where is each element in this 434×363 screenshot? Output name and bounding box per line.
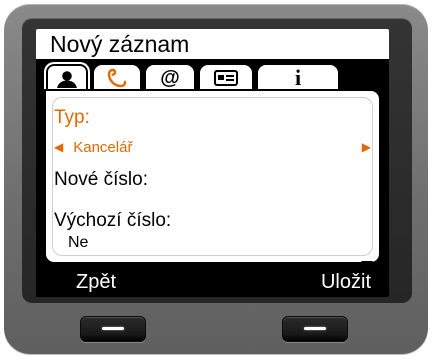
handset-icon: [106, 67, 128, 89]
hardware-left-button[interactable]: [80, 316, 146, 342]
arrow-left-icon[interactable]: ◀: [54, 140, 63, 154]
info-icon: i: [294, 65, 302, 90]
type-select[interactable]: ◀ Kancelář ▶: [54, 136, 371, 158]
phone-device: Nový záznam @ i Typ: ◀ Kancelář ▶ Nové č…: [0, 0, 434, 363]
person-icon: [54, 70, 80, 88]
default-number-label: Výchozí číslo:: [54, 210, 172, 231]
screen-title: Nový záznam: [36, 29, 389, 59]
tab-contact-card[interactable]: [198, 63, 254, 91]
default-number-value[interactable]: Ne: [68, 234, 371, 252]
at-icon: @: [160, 66, 180, 89]
tab-bar: @ i: [36, 62, 389, 93]
tab-info[interactable]: i: [256, 63, 340, 91]
softkey-back[interactable]: Zpět: [76, 268, 116, 297]
type-label: Typ:: [54, 107, 90, 128]
hardware-right-button[interactable]: [282, 316, 348, 342]
new-number-label: Nové číslo:: [54, 169, 148, 190]
hardware-softkeys: [0, 303, 434, 343]
softkey-save[interactable]: Uložit: [321, 268, 371, 297]
arrow-right-icon[interactable]: ▶: [362, 140, 371, 154]
contact-card-icon: [213, 69, 239, 87]
softkey-bar: Zpět Uložit: [36, 268, 389, 297]
tab-handset[interactable]: [92, 63, 142, 91]
type-select-value: Kancelář: [73, 138, 133, 156]
display-screen: Nový záznam @ i Typ: ◀ Kancelář ▶ Nové č…: [36, 29, 389, 297]
tab-email[interactable]: @: [144, 63, 196, 91]
